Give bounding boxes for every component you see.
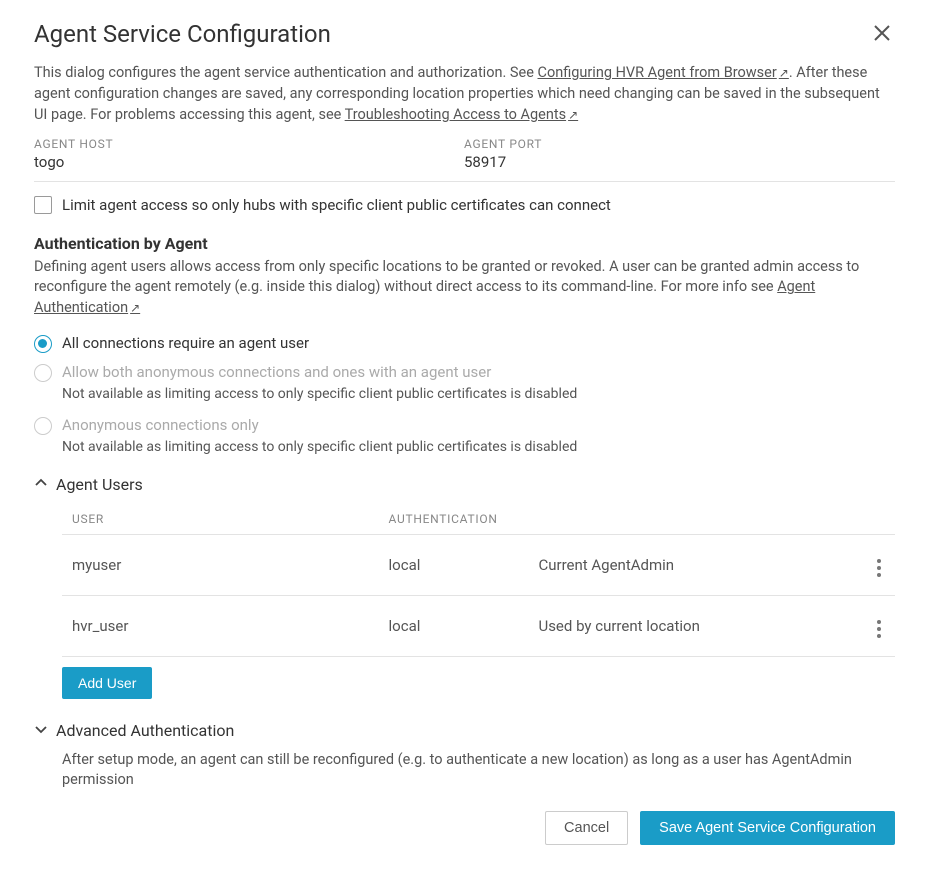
advanced-auth-toggle[interactable]: Advanced Authentication <box>34 721 895 740</box>
agent-users-table: USER AUTHENTICATION myuser local Current… <box>62 504 895 657</box>
radio-anonymous-only <box>34 417 52 435</box>
radio-allow-both-helper: Not available as limiting access to only… <box>62 386 895 402</box>
table-row: hvr_user local Used by current location <box>62 595 895 656</box>
col-user: USER <box>62 504 379 535</box>
advanced-auth-desc: After setup mode, an agent can still be … <box>62 750 895 791</box>
col-auth: AUTHENTICATION <box>379 504 529 535</box>
add-user-button[interactable]: Add User <box>62 667 152 699</box>
dialog-footer: Cancel Save Agent Service Configuration <box>34 811 895 845</box>
auth-by-agent-heading: Authentication by Agent <box>34 234 895 253</box>
cancel-button[interactable]: Cancel <box>545 811 628 845</box>
divider <box>34 181 895 182</box>
external-link-icon: ↗ <box>130 301 140 315</box>
agent-service-config-dialog: Agent Service Configuration This dialog … <box>0 0 929 869</box>
agent-users-toggle[interactable]: Agent Users <box>34 475 895 494</box>
dialog-title: Agent Service Configuration <box>34 20 331 48</box>
agent-port-field: AGENT PORT 58917 <box>464 137 894 171</box>
configuring-hvr-agent-link[interactable]: Configuring HVR Agent from Browser↗ <box>538 64 789 81</box>
limit-access-checkbox[interactable] <box>34 196 52 214</box>
intro-text: This dialog configures the agent service… <box>34 62 895 125</box>
chevron-down-icon <box>34 721 48 740</box>
external-link-icon: ↗ <box>568 108 578 122</box>
chevron-up-icon <box>34 475 48 494</box>
external-link-icon: ↗ <box>779 66 789 80</box>
save-button[interactable]: Save Agent Service Configuration <box>640 811 895 845</box>
radio-all-require-user[interactable] <box>34 335 52 353</box>
radio-allow-both <box>34 364 52 382</box>
agent-host-field: AGENT HOST togo <box>34 137 464 171</box>
limit-access-label: Limit agent access so only hubs with spe… <box>62 196 611 214</box>
row-menu-icon[interactable] <box>873 555 885 581</box>
connection-mode-radio-group: All connections require an agent user Al… <box>34 334 895 455</box>
close-icon[interactable] <box>869 20 895 46</box>
auth-by-agent-desc: Defining agent users allows access from … <box>34 257 895 318</box>
row-menu-icon[interactable] <box>873 616 885 642</box>
radio-anonymous-only-helper: Not available as limiting access to only… <box>62 439 895 455</box>
troubleshooting-link[interactable]: Troubleshooting Access to Agents↗ <box>345 106 579 123</box>
table-row: myuser local Current AgentAdmin <box>62 534 895 595</box>
